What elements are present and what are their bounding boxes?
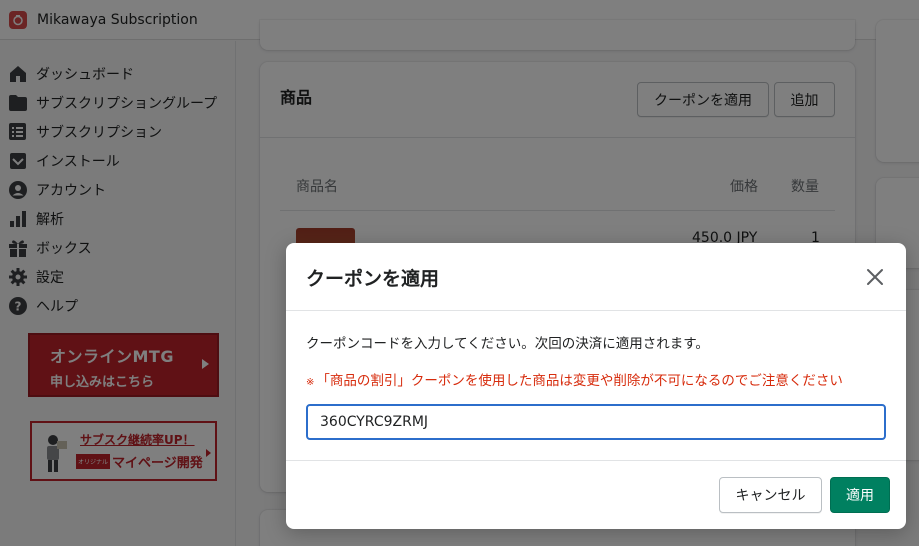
close-icon[interactable]	[863, 265, 887, 289]
warning-mark: ※	[306, 377, 315, 388]
warning-text: 「商品の割引」クーポンを使用した商品は変更や削除が不可になるのでご注意ください	[316, 373, 843, 389]
apply-coupon-modal: クーポンを適用 クーポンコードを入力してください。次回の決済に適用されます。 ※…	[286, 243, 906, 529]
coupon-code-input[interactable]	[306, 404, 886, 440]
modal-title: クーポンを適用	[306, 268, 440, 290]
cancel-button[interactable]: キャンセル	[719, 477, 822, 513]
coupon-warning: ※ 「商品の割引」クーポンを使用した商品は変更や削除が不可になるのでご注意ください	[306, 369, 843, 389]
modal-description: クーポンコードを入力してください。次回の決済に適用されます。	[306, 336, 709, 352]
modal-header: クーポンを適用	[286, 243, 906, 311]
divider	[286, 460, 906, 461]
apply-button[interactable]: 適用	[830, 477, 890, 513]
